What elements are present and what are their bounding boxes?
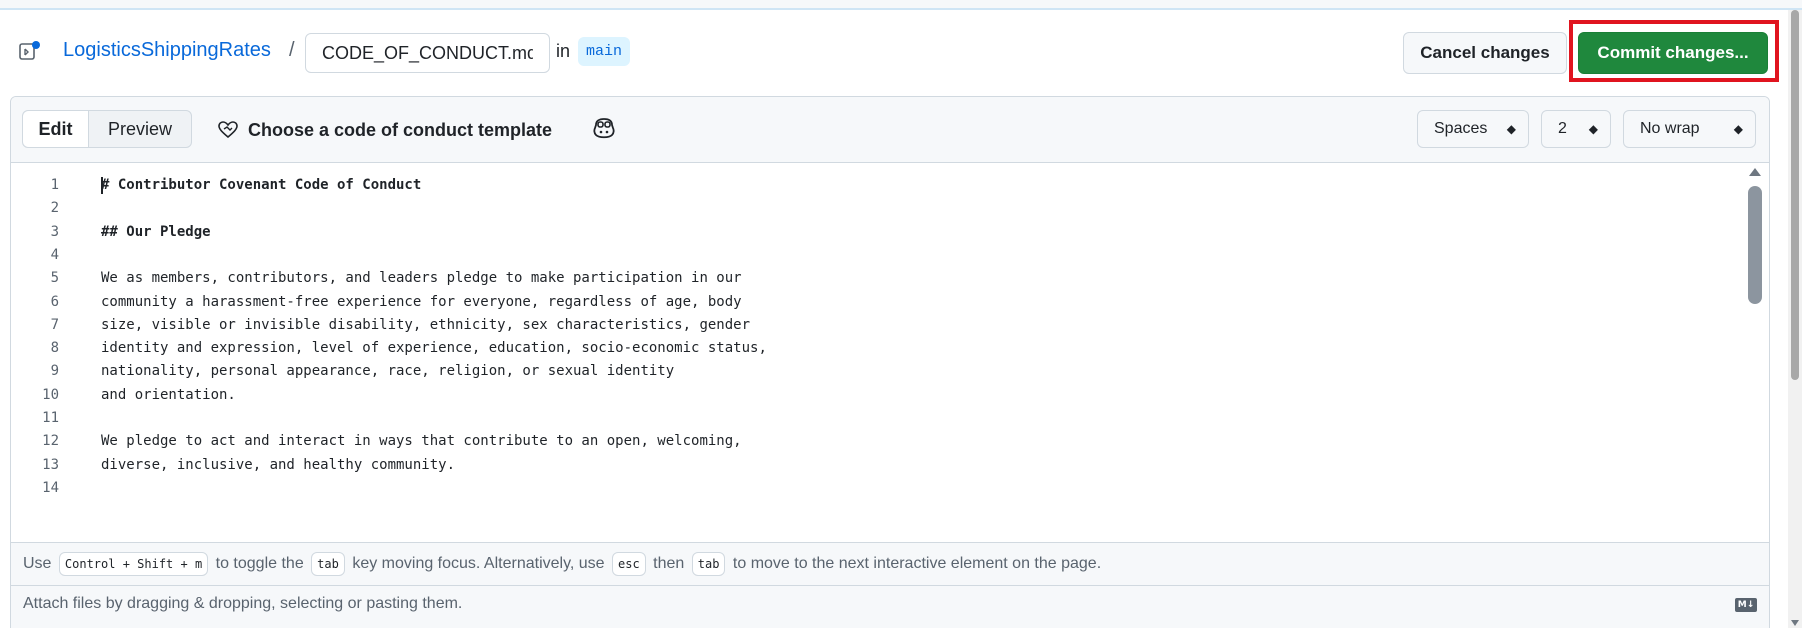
line-number: 11 <box>42 410 59 426</box>
line-number: 14 <box>42 479 59 496</box>
code-line-text: diverse, inclusive, and healthy communit… <box>101 456 456 473</box>
help-key-moving: key moving focus. Alternatively, use <box>352 555 605 572</box>
wrap-mode-value: No wrap <box>1640 120 1700 137</box>
template-label: Choose a code of conduct template <box>248 119 553 140</box>
line-number: 3 <box>50 223 59 240</box>
page-scrollbar-thumb[interactable] <box>1791 10 1799 380</box>
code-line-text: We as members, contributors, and leaders… <box>101 270 742 287</box>
code-line[interactable]: 2 <box>11 195 1741 221</box>
commit-changes-button[interactable]: Commit changes... <box>1578 32 1768 74</box>
code-line[interactable]: 10 and orientation. <box>11 382 1741 408</box>
code-line-text: We pledge to act and interact in ways th… <box>101 433 742 450</box>
keyboard-help: Use Control + Shift + m to toggle the ta… <box>11 542 1769 585</box>
code-line[interactable]: 7 size, visible or invisible disability, … <box>11 312 1741 338</box>
path-separator: / <box>289 39 295 61</box>
code-line-text: identity and expression, level of experi… <box>101 340 767 357</box>
code-line[interactable]: 3 ## Our Pledge <box>11 219 1741 245</box>
wrap-mode-select[interactable]: No wrap ◆ <box>1623 110 1756 148</box>
kbd-tab: tab <box>311 551 345 576</box>
help-use: Use <box>23 555 52 572</box>
code-line[interactable]: 11 <box>11 405 1741 431</box>
filename-input[interactable] <box>305 33 550 73</box>
line-number: 12 <box>42 433 59 450</box>
scroll-up-icon[interactable] <box>1749 168 1761 176</box>
kbd-esc: esc <box>612 551 646 576</box>
help-then: then <box>653 555 685 572</box>
code-editor[interactable]: 1 # Contributor Covenant Code of Conduct 2… <box>11 164 1741 542</box>
tab-edit[interactable]: Edit <box>23 111 89 147</box>
line-number: 9 <box>50 363 59 380</box>
tab-preview[interactable]: Preview <box>89 111 191 147</box>
line-number: 10 <box>42 386 59 403</box>
choose-template-button[interactable]: Choose a code of conduct template <box>218 114 552 146</box>
edit-preview-toggle: Edit Preview <box>22 110 192 148</box>
repo-link[interactable]: LogisticsShippingRates <box>63 39 271 62</box>
top-border <box>0 0 1802 10</box>
indent-mode-select[interactable]: Spaces ◆ <box>1417 110 1529 148</box>
indent-size-value: 2 <box>1558 120 1567 137</box>
code-line[interactable]: 8 identity and expression, level of exper… <box>11 335 1741 361</box>
select-caret-icon: ◆ <box>1733 122 1743 136</box>
attach-files-text: Attach files by dragging & dropping, sel… <box>23 595 463 612</box>
kbd-tab-2: tab <box>691 551 726 576</box>
heart-handshake-icon <box>218 121 238 139</box>
editor-scrollbar[interactable] <box>1741 164 1769 542</box>
line-number: 6 <box>50 293 59 310</box>
code-line[interactable]: 12 We pledge to act and interact in ways … <box>11 428 1741 454</box>
kbd-shortcut: Control + Shift + m <box>58 551 209 576</box>
code-line[interactable]: 6 community a harassment-free experience … <box>11 289 1741 315</box>
code-line[interactable]: 9 nationality, personal appearance, race,… <box>11 358 1741 384</box>
line-number: 1 <box>50 177 59 193</box>
file-icon[interactable] <box>19 41 41 61</box>
code-line[interactable]: 14 <box>11 475 1741 501</box>
code-line[interactable]: 5 We as members, contributors, and leader… <box>11 265 1741 291</box>
line-number: 13 <box>42 456 59 473</box>
code-line-text: nationality, personal appearance, race, … <box>101 363 675 380</box>
editor-header: LogisticsShippingRates / in main Cancel … <box>0 20 1780 82</box>
markdown-icon: M↓ <box>1735 598 1757 612</box>
branch-name[interactable]: main <box>578 37 631 66</box>
code-line[interactable]: 13 diverse, inclusive, and healthy commun… <box>11 452 1741 478</box>
code-line-text: # Contributor Covenant Code of Conduct <box>101 177 422 193</box>
scrollbar-thumb[interactable] <box>1748 186 1762 304</box>
line-number: 5 <box>50 270 59 287</box>
in-label: in <box>556 41 571 61</box>
code-line-text: ## Our Pledge <box>101 223 211 240</box>
line-number: 2 <box>50 200 59 217</box>
line-number: 4 <box>50 246 59 263</box>
editor-toolbar: Edit Preview Choose a code of conduct te… <box>11 97 1769 163</box>
code-line-text: community a harassment-free experience f… <box>101 293 742 310</box>
help-to-move: to move to the next interactive element … <box>732 555 1102 572</box>
code-line[interactable]: 4 <box>11 242 1741 268</box>
help-toggle: to toggle the <box>215 555 304 572</box>
text-cursor <box>101 177 103 194</box>
line-number: 8 <box>50 340 59 357</box>
select-caret-icon: ◆ <box>1506 122 1516 136</box>
copilot-icon[interactable] <box>591 116 617 142</box>
file-editor: Edit Preview Choose a code of conduct te… <box>10 96 1770 628</box>
attach-files-bar[interactable]: Attach files by dragging & dropping, sel… <box>11 585 1769 628</box>
code-line-text: size, visible or invisible disability, e… <box>101 316 751 333</box>
scroll-down-icon[interactable] <box>1791 620 1799 626</box>
code-line[interactable]: 1 # Contributor Covenant Code of Conduct <box>11 172 1741 198</box>
indent-size-select[interactable]: 2 ◆ <box>1541 110 1611 148</box>
cancel-changes-button[interactable]: Cancel changes <box>1403 32 1567 74</box>
code-line-text: and orientation. <box>101 386 236 403</box>
select-caret-icon: ◆ <box>1588 122 1598 136</box>
page-scrollbar[interactable] <box>1788 10 1802 628</box>
indent-mode-value: Spaces <box>1434 120 1488 137</box>
line-number: 7 <box>50 316 59 333</box>
